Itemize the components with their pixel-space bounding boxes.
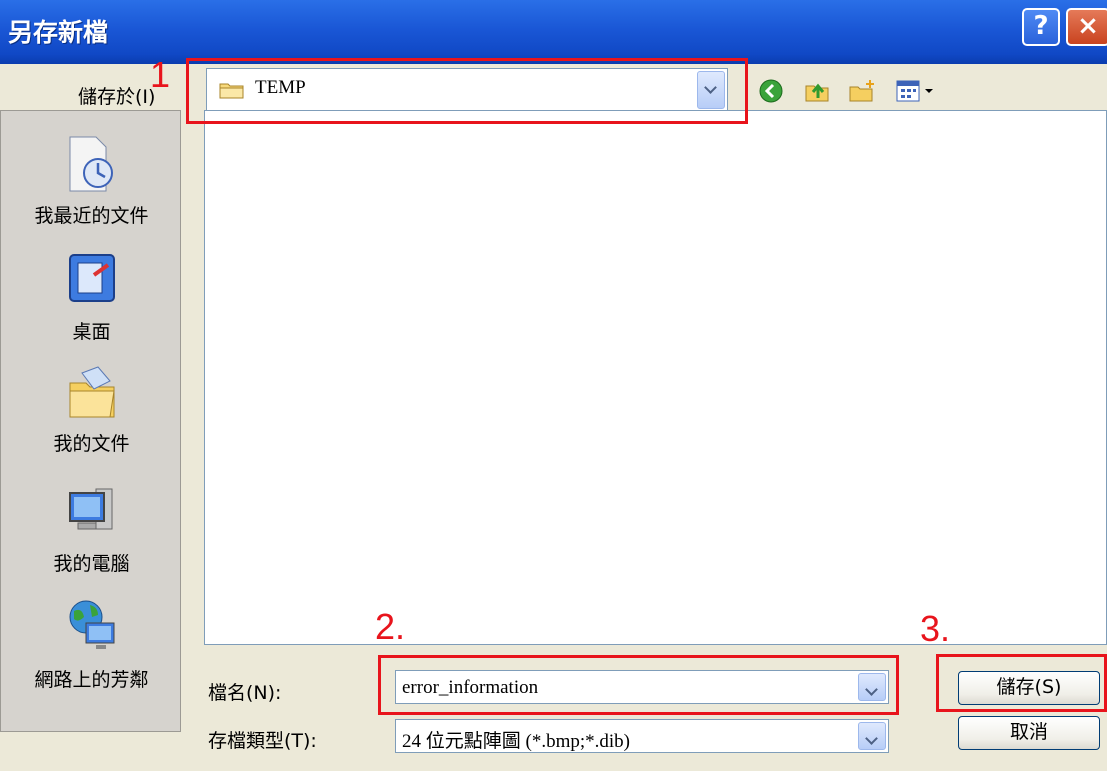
view-menu-icon[interactable] [895, 78, 941, 108]
back-icon[interactable] [758, 78, 784, 108]
place-label: 我的文件 [53, 433, 130, 455]
folder-icon [219, 81, 245, 99]
desktop-icon [64, 249, 120, 313]
place-label: 我的電腦 [53, 553, 130, 575]
place-my-documents[interactable]: 我的文件 [1, 361, 182, 456]
network-places-icon [64, 597, 120, 661]
my-computer-icon [64, 481, 120, 545]
places-bar: 我最近的文件 桌面 我的文件 我的電腦 網路上的芳鄰 [0, 110, 181, 732]
cancel-button[interactable]: 取消 [958, 716, 1100, 750]
window-title: 另存新檔 [8, 18, 109, 47]
recent-documents-icon [64, 133, 120, 197]
new-folder-icon[interactable] [848, 78, 878, 108]
filename-value: error_information [402, 677, 539, 698]
chevron-down-icon[interactable] [858, 673, 886, 701]
save-button[interactable]: 儲存(S) [958, 671, 1100, 705]
up-folder-icon[interactable] [804, 78, 832, 108]
help-button[interactable]: ? [1022, 8, 1060, 46]
place-label: 網路上的芳鄰 [34, 669, 149, 691]
place-network[interactable]: 網路上的芳鄰 [1, 597, 182, 692]
place-label: 桌面 [72, 321, 111, 343]
filename-label: 檔名(N): [208, 682, 282, 704]
place-my-computer[interactable]: 我的電腦 [1, 481, 182, 576]
save-in-dropdown[interactable]: TEMP [206, 68, 728, 112]
filetype-value: 24 位元點陣圖 (*.bmp;*.dib) [402, 731, 630, 752]
my-documents-icon [64, 361, 120, 425]
close-button[interactable]: × [1066, 8, 1107, 46]
file-list[interactable] [204, 110, 1107, 645]
place-label: 我最近的文件 [34, 205, 149, 227]
chevron-down-icon[interactable] [858, 722, 886, 750]
annotation-number-1: 1 [150, 54, 171, 95]
place-recent-documents[interactable]: 我最近的文件 [1, 133, 182, 228]
save-in-value: TEMP [255, 77, 306, 98]
filetype-dropdown[interactable]: 24 位元點陣圖 (*.bmp;*.dib) [395, 719, 889, 753]
filetype-label: 存檔類型(T): [208, 730, 317, 752]
place-desktop[interactable]: 桌面 [1, 249, 182, 344]
annotation-number-3: 3. [920, 608, 951, 649]
save-in-label: 儲存於(I) [78, 86, 156, 108]
chevron-down-icon[interactable] [697, 71, 725, 109]
annotation-number-2: 2. [375, 606, 406, 647]
filename-input[interactable]: error_information [395, 670, 889, 704]
